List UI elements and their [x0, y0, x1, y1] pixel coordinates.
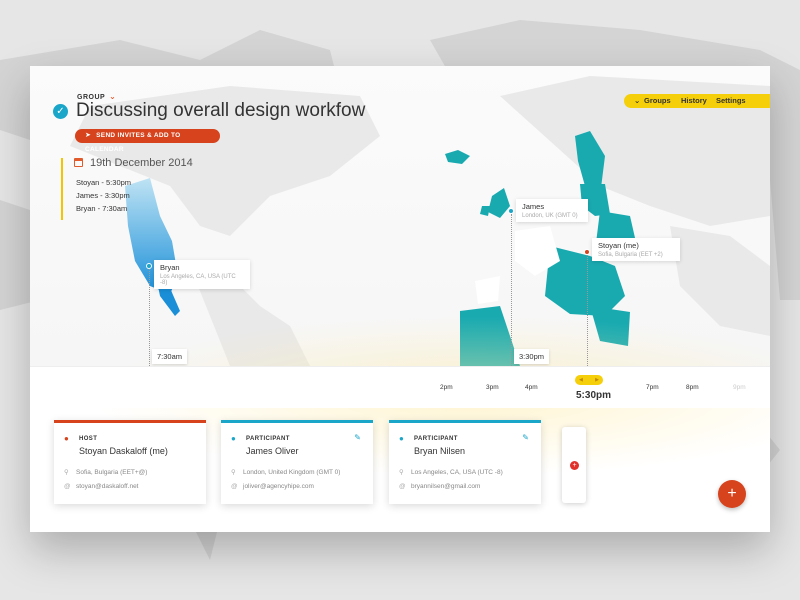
time-list-item: Bryan - 7:30am — [76, 204, 128, 213]
pin-location: Los Angeles, CA, USA (UTC -8) — [160, 274, 236, 286]
participant-role: PARTICIPANT — [246, 436, 290, 442]
location-pin-icon: ⚲ — [231, 469, 236, 476]
date-accent-bar — [61, 158, 63, 220]
location-pin-icon: ⚲ — [64, 469, 69, 476]
participant-location: ⚲ Los Angeles, CA, USA (UTC -8) — [399, 468, 503, 476]
nav-groups[interactable]: Groups — [644, 94, 671, 108]
participant-name: Bryan Nilsen — [414, 446, 466, 456]
participant-email[interactable]: @ joliver@agencyhipe.com — [231, 483, 314, 490]
location-text: Sofia, Bulgaria (EET+@) — [76, 469, 148, 476]
timeline[interactable]: 2pm 3pm 4pm 7pm 8pm 9pm ◀ ▶ 5:30pm — [30, 366, 770, 408]
participant-name: James Oliver — [246, 446, 299, 456]
pencil-icon[interactable]: ✎ — [354, 433, 361, 442]
timeline-tick: 3pm — [486, 384, 499, 391]
participant-card[interactable]: ● HOST Stoyan Daskaloff (me) ⚲ Sofia, Bul… — [54, 420, 206, 504]
email-text: joliver@agencyhipe.com — [243, 483, 314, 490]
time-list: Stoyan - 5:30pm James - 3:30pm Bryan - 7… — [76, 176, 131, 215]
participant-role: HOST — [79, 436, 98, 442]
location-pin-icon: ⚲ — [399, 469, 404, 476]
at-icon: @ — [64, 483, 71, 490]
participant-card[interactable]: ● PARTICIPANT ✎ Bryan Nilsen ⚲ Los Angele… — [389, 420, 541, 504]
nav-history[interactable]: History — [681, 94, 707, 108]
at-icon: @ — [399, 483, 406, 490]
user-icon: ● — [399, 434, 404, 443]
current-time: 5:30pm — [576, 390, 612, 401]
uk-region — [488, 188, 510, 218]
pin-label-james[interactable]: James London, UK (GMT 0) — [516, 199, 588, 222]
chevron-left-icon: ◀ — [579, 377, 583, 383]
participant-email[interactable]: @ stoyan@daskaloff.net — [64, 483, 139, 490]
plus-icon: + — [727, 485, 737, 502]
add-fab-button[interactable]: + — [718, 480, 746, 508]
card-stripe — [389, 420, 541, 423]
participant-location: ⚲ Sofia, Bulgaria (EET+@) — [64, 468, 147, 476]
pin-line — [587, 255, 588, 366]
location-text: London, United Kingdom (GMT 0) — [243, 469, 341, 476]
pencil-icon[interactable]: ✎ — [522, 433, 529, 442]
time-slider-handle[interactable]: ◀ ▶ — [575, 375, 603, 385]
pin-location: Sofia, Bulgaria (EET +2) — [598, 252, 663, 258]
pin-time-bryan: 7:30am — [152, 349, 188, 364]
chevron-down-icon: ⌄ — [634, 96, 641, 105]
timeline-tick: 7pm — [646, 384, 659, 391]
paper-plane-icon: ➤ — [85, 132, 92, 139]
timeline-tick — [400, 384, 402, 391]
plus-icon: + — [570, 461, 579, 470]
user-icon: ● — [231, 434, 236, 443]
participant-email[interactable]: @ bryannilsen@gmail.com — [399, 483, 480, 490]
participant-card[interactable]: ● PARTICIPANT ✎ James Oliver ⚲ London, Un… — [221, 420, 373, 504]
pin-label-bryan[interactable]: Bryan Los Angeles, CA, USA (UTC -8) — [154, 260, 250, 289]
user-icon: ● — [64, 434, 69, 443]
calendar-icon — [74, 158, 83, 167]
chevron-right-icon: ▶ — [595, 377, 599, 383]
time-list-item: Stoyan - 5:30pm — [76, 178, 132, 187]
location-text: Los Angeles, CA, USA (UTC -8) — [411, 469, 503, 476]
participant-role: PARTICIPANT — [414, 436, 458, 442]
timeline-tick: 2pm — [440, 384, 453, 391]
main-card: GROUP ⌄ ✓ Discussing overall design workf… — [30, 66, 770, 532]
meeting-date: 19th December 2014 — [90, 157, 193, 169]
pin-label-stoyan[interactable]: Stoyan (me) Sofia, Bulgaria (EET +2) — [592, 238, 680, 261]
nav-settings[interactable]: Settings — [716, 94, 746, 108]
top-nav: ⌄ Groups History Settings — [624, 94, 770, 108]
pin-time-james: 3:30pm — [514, 349, 550, 364]
pin-line — [511, 214, 512, 366]
pin-name: James — [522, 202, 545, 211]
pin-name: Bryan — [160, 263, 180, 272]
map-area[interactable]: GROUP ⌄ ✓ Discussing overall design workf… — [30, 66, 770, 476]
timeline-tick: 8pm — [686, 384, 699, 391]
timeline-tick: 9pm — [733, 384, 746, 391]
at-icon: @ — [231, 483, 238, 490]
timeline-tick: 4pm — [525, 384, 538, 391]
email-text: bryannilsen@gmail.com — [411, 483, 481, 490]
add-participant-card[interactable]: + — [562, 427, 586, 503]
pin-location: London, UK (GMT 0) — [522, 213, 578, 219]
participant-name: Stoyan Daskaloff (me) — [79, 446, 168, 456]
card-stripe — [54, 420, 206, 423]
time-list-item: James - 3:30pm — [76, 191, 130, 200]
card-stripe — [221, 420, 373, 423]
participant-location: ⚲ London, United Kingdom (GMT 0) — [231, 468, 340, 476]
pin-line — [149, 269, 150, 366]
checkmark-icon: ✓ — [53, 104, 68, 119]
page-title: Discussing overall design workfow — [76, 100, 366, 121]
send-invites-button[interactable]: ➤ SEND INVITES & ADD TO CALENDAR — [75, 129, 220, 153]
pin-name: Stoyan (me) — [598, 241, 639, 250]
email-text: stoyan@daskaloff.net — [76, 483, 139, 490]
